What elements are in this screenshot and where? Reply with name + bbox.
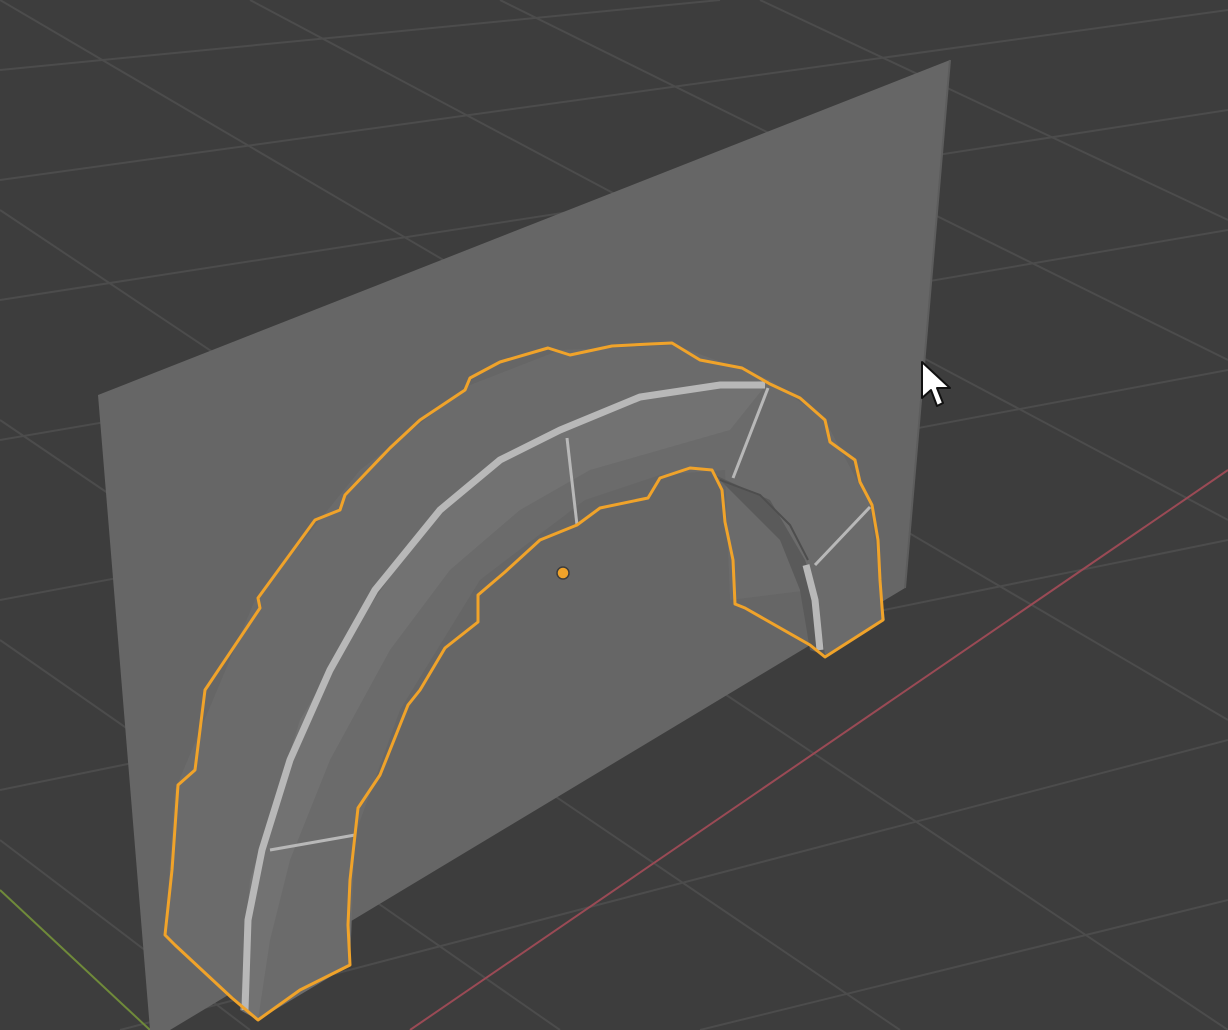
object-origin-dot[interactable]: [556, 566, 570, 580]
viewport-canvas[interactable]: [0, 0, 1228, 1030]
3d-viewport[interactable]: [0, 0, 1228, 1030]
